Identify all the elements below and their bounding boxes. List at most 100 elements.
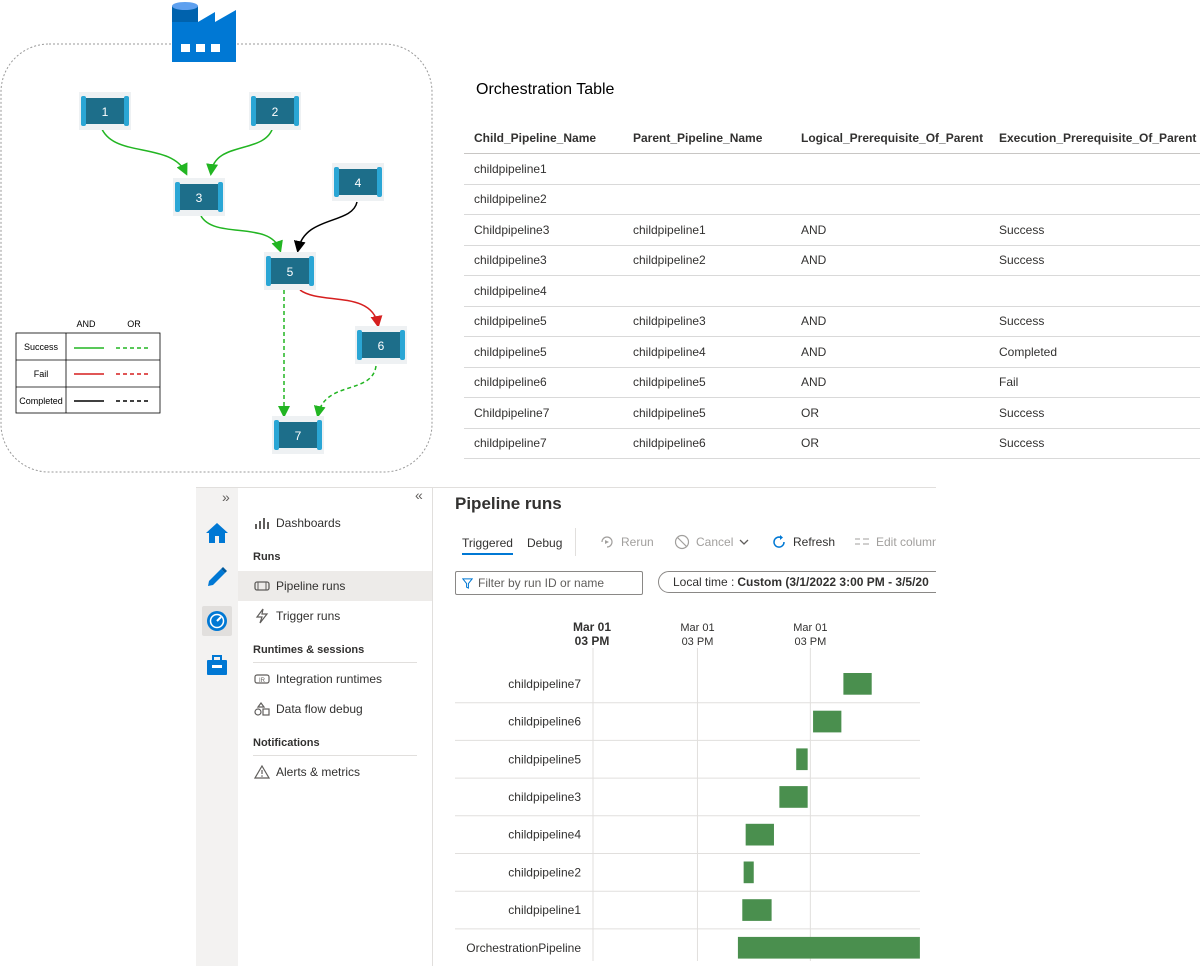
filter-input[interactable]: Filter by run ID or name bbox=[455, 571, 643, 595]
table-cell: childpipeline7 bbox=[464, 428, 623, 459]
svg-text:6: 6 bbox=[378, 339, 385, 353]
table-cell: AND bbox=[791, 306, 989, 337]
nav-label: Integration runtimes bbox=[276, 672, 382, 686]
col-logical-prereq: Logical_Prerequisite_Of_Parent bbox=[791, 123, 989, 154]
monitor-nav: « Dashboards Runs Pipeline runs Trigger … bbox=[238, 488, 433, 966]
gantt-row-label: childpipeline4 bbox=[508, 828, 581, 842]
nav-item-integration-runtimes[interactable]: IR Integration runtimes bbox=[238, 664, 432, 694]
pencil-icon[interactable] bbox=[202, 562, 232, 592]
table-cell: childpipeline4 bbox=[464, 276, 623, 307]
nav-item-data-flow-debug[interactable]: Data flow debug bbox=[238, 694, 432, 724]
table-cell: childpipeline5 bbox=[464, 306, 623, 337]
gantt-row-label: childpipeline5 bbox=[508, 752, 581, 766]
gantt-bar-childpipeline1 bbox=[742, 899, 771, 921]
filter-icon bbox=[462, 578, 473, 589]
gantt-bar-childpipeline7 bbox=[843, 673, 871, 695]
pipeline-node-5: 5 bbox=[264, 252, 316, 290]
refresh-button[interactable]: Refresh bbox=[771, 532, 835, 552]
x-tick-time: 03 PM bbox=[575, 634, 610, 648]
table-cell: Completed bbox=[989, 337, 1200, 368]
pipeline-node-2: 2 bbox=[249, 92, 301, 130]
tab-debug[interactable]: Debug bbox=[527, 536, 562, 550]
svg-text:IR: IR bbox=[259, 678, 266, 684]
rerun-button[interactable]: Rerun bbox=[599, 532, 654, 552]
warning-icon bbox=[254, 764, 270, 780]
table-cell bbox=[791, 184, 989, 215]
nav-label: Data flow debug bbox=[276, 702, 363, 716]
table-row: childpipeline5childpipeline3ANDSuccess bbox=[464, 306, 1200, 337]
svg-text:3: 3 bbox=[196, 191, 203, 205]
nav-divider bbox=[253, 755, 417, 756]
toolbox-icon[interactable] bbox=[202, 650, 232, 680]
time-value: Custom (3/1/2022 3:00 PM - 3/5/20 bbox=[737, 575, 928, 589]
chevron-down-icon bbox=[738, 536, 750, 548]
table-cell: childpipeline5 bbox=[623, 367, 791, 398]
pipeline-runs-pane: Pipeline runs Triggered Debug Rerun Canc… bbox=[433, 488, 936, 966]
table-cell bbox=[791, 154, 989, 185]
edit-columns-button[interactable]: Edit column bbox=[854, 532, 936, 552]
table-cell: childpipeline4 bbox=[623, 337, 791, 368]
table-cell bbox=[791, 276, 989, 307]
trigger-icon bbox=[254, 608, 270, 624]
data-flow-debug-icon bbox=[254, 701, 270, 717]
nav-item-pipeline-runs[interactable]: Pipeline runs bbox=[238, 571, 432, 601]
table-cell: OR bbox=[791, 398, 989, 429]
x-tick-time: 03 PM bbox=[682, 636, 714, 648]
svg-text:2: 2 bbox=[272, 105, 279, 119]
nav-label: Alerts & metrics bbox=[276, 765, 360, 779]
col-execution-prereq: Execution_Prerequisite_Of_Parent bbox=[989, 123, 1200, 154]
table-row: childpipeline7childpipeline6ORSuccess bbox=[464, 428, 1200, 459]
legend-row-success: Success bbox=[24, 342, 59, 352]
table-cell: childpipeline6 bbox=[464, 367, 623, 398]
time-range-picker[interactable]: Local time :Custom (3/1/2022 3:00 PM - 3… bbox=[658, 571, 936, 593]
data-factory-icon bbox=[172, 2, 236, 62]
gantt-bar-childpipeline2 bbox=[744, 862, 754, 884]
table-cell: Childpipeline3 bbox=[464, 215, 623, 246]
table-cell: AND bbox=[791, 337, 989, 368]
table-cell: OR bbox=[791, 428, 989, 459]
legend-col-and: AND bbox=[76, 319, 96, 329]
table-row: Childpipeline3childpipeline1ANDSuccess bbox=[464, 215, 1200, 246]
monitor-icon[interactable] bbox=[202, 606, 232, 636]
home-icon[interactable] bbox=[202, 518, 232, 548]
nav-divider bbox=[253, 662, 417, 663]
table-cell: Success bbox=[989, 245, 1200, 276]
table-cell: childpipeline1 bbox=[464, 154, 623, 185]
pipeline-node-1: 1 bbox=[79, 92, 131, 130]
gantt-bar-childpipeline4 bbox=[746, 824, 774, 846]
gantt-bar-orchestrationpipeline bbox=[738, 937, 920, 959]
legend-col-or: OR bbox=[127, 319, 141, 329]
gantt-row-label: childpipeline3 bbox=[508, 790, 581, 804]
svg-text:1: 1 bbox=[102, 105, 109, 119]
refresh-icon bbox=[771, 534, 787, 550]
table-cell: Success bbox=[989, 398, 1200, 429]
tab-triggered[interactable]: Triggered bbox=[462, 536, 513, 555]
nav-label: Dashboards bbox=[276, 516, 341, 530]
nav-section-notifications: Notifications bbox=[253, 737, 320, 749]
gantt-bar-childpipeline5 bbox=[796, 748, 807, 770]
table-cell bbox=[989, 184, 1200, 215]
edit-columns-icon bbox=[854, 536, 870, 548]
x-tick-date: Mar 01 bbox=[793, 622, 827, 634]
table-cell bbox=[623, 184, 791, 215]
cancel-button[interactable]: Cancel bbox=[674, 532, 756, 552]
gantt-bar-childpipeline6 bbox=[813, 711, 841, 733]
collapse-nav-button[interactable]: « bbox=[415, 487, 423, 503]
gantt-row-label: OrchestrationPipeline bbox=[466, 941, 581, 955]
nav-item-alerts-metrics[interactable]: Alerts & metrics bbox=[238, 757, 432, 787]
left-rail: » bbox=[196, 488, 239, 966]
nav-label: Trigger runs bbox=[276, 609, 340, 623]
pipeline-dependency-diagram: 1 2 3 4 5 6 7 AND OR Success Fail bbox=[0, 0, 440, 480]
nav-item-trigger-runs[interactable]: Trigger runs bbox=[238, 601, 432, 631]
time-label: Local time : bbox=[673, 575, 734, 589]
x-tick-date: Mar 01 bbox=[573, 620, 611, 634]
nav-item-dashboards[interactable]: Dashboards bbox=[238, 508, 432, 538]
expand-rail-button[interactable]: » bbox=[222, 489, 230, 505]
col-parent-pipeline: Parent_Pipeline_Name bbox=[623, 123, 791, 154]
table-cell: AND bbox=[791, 245, 989, 276]
gantt-row-label: childpipeline7 bbox=[508, 677, 581, 691]
table-row: Childpipeline7childpipeline5ORSuccess bbox=[464, 398, 1200, 429]
table-row: childpipeline4 bbox=[464, 276, 1200, 307]
cancel-icon bbox=[674, 534, 690, 550]
table-cell bbox=[989, 276, 1200, 307]
